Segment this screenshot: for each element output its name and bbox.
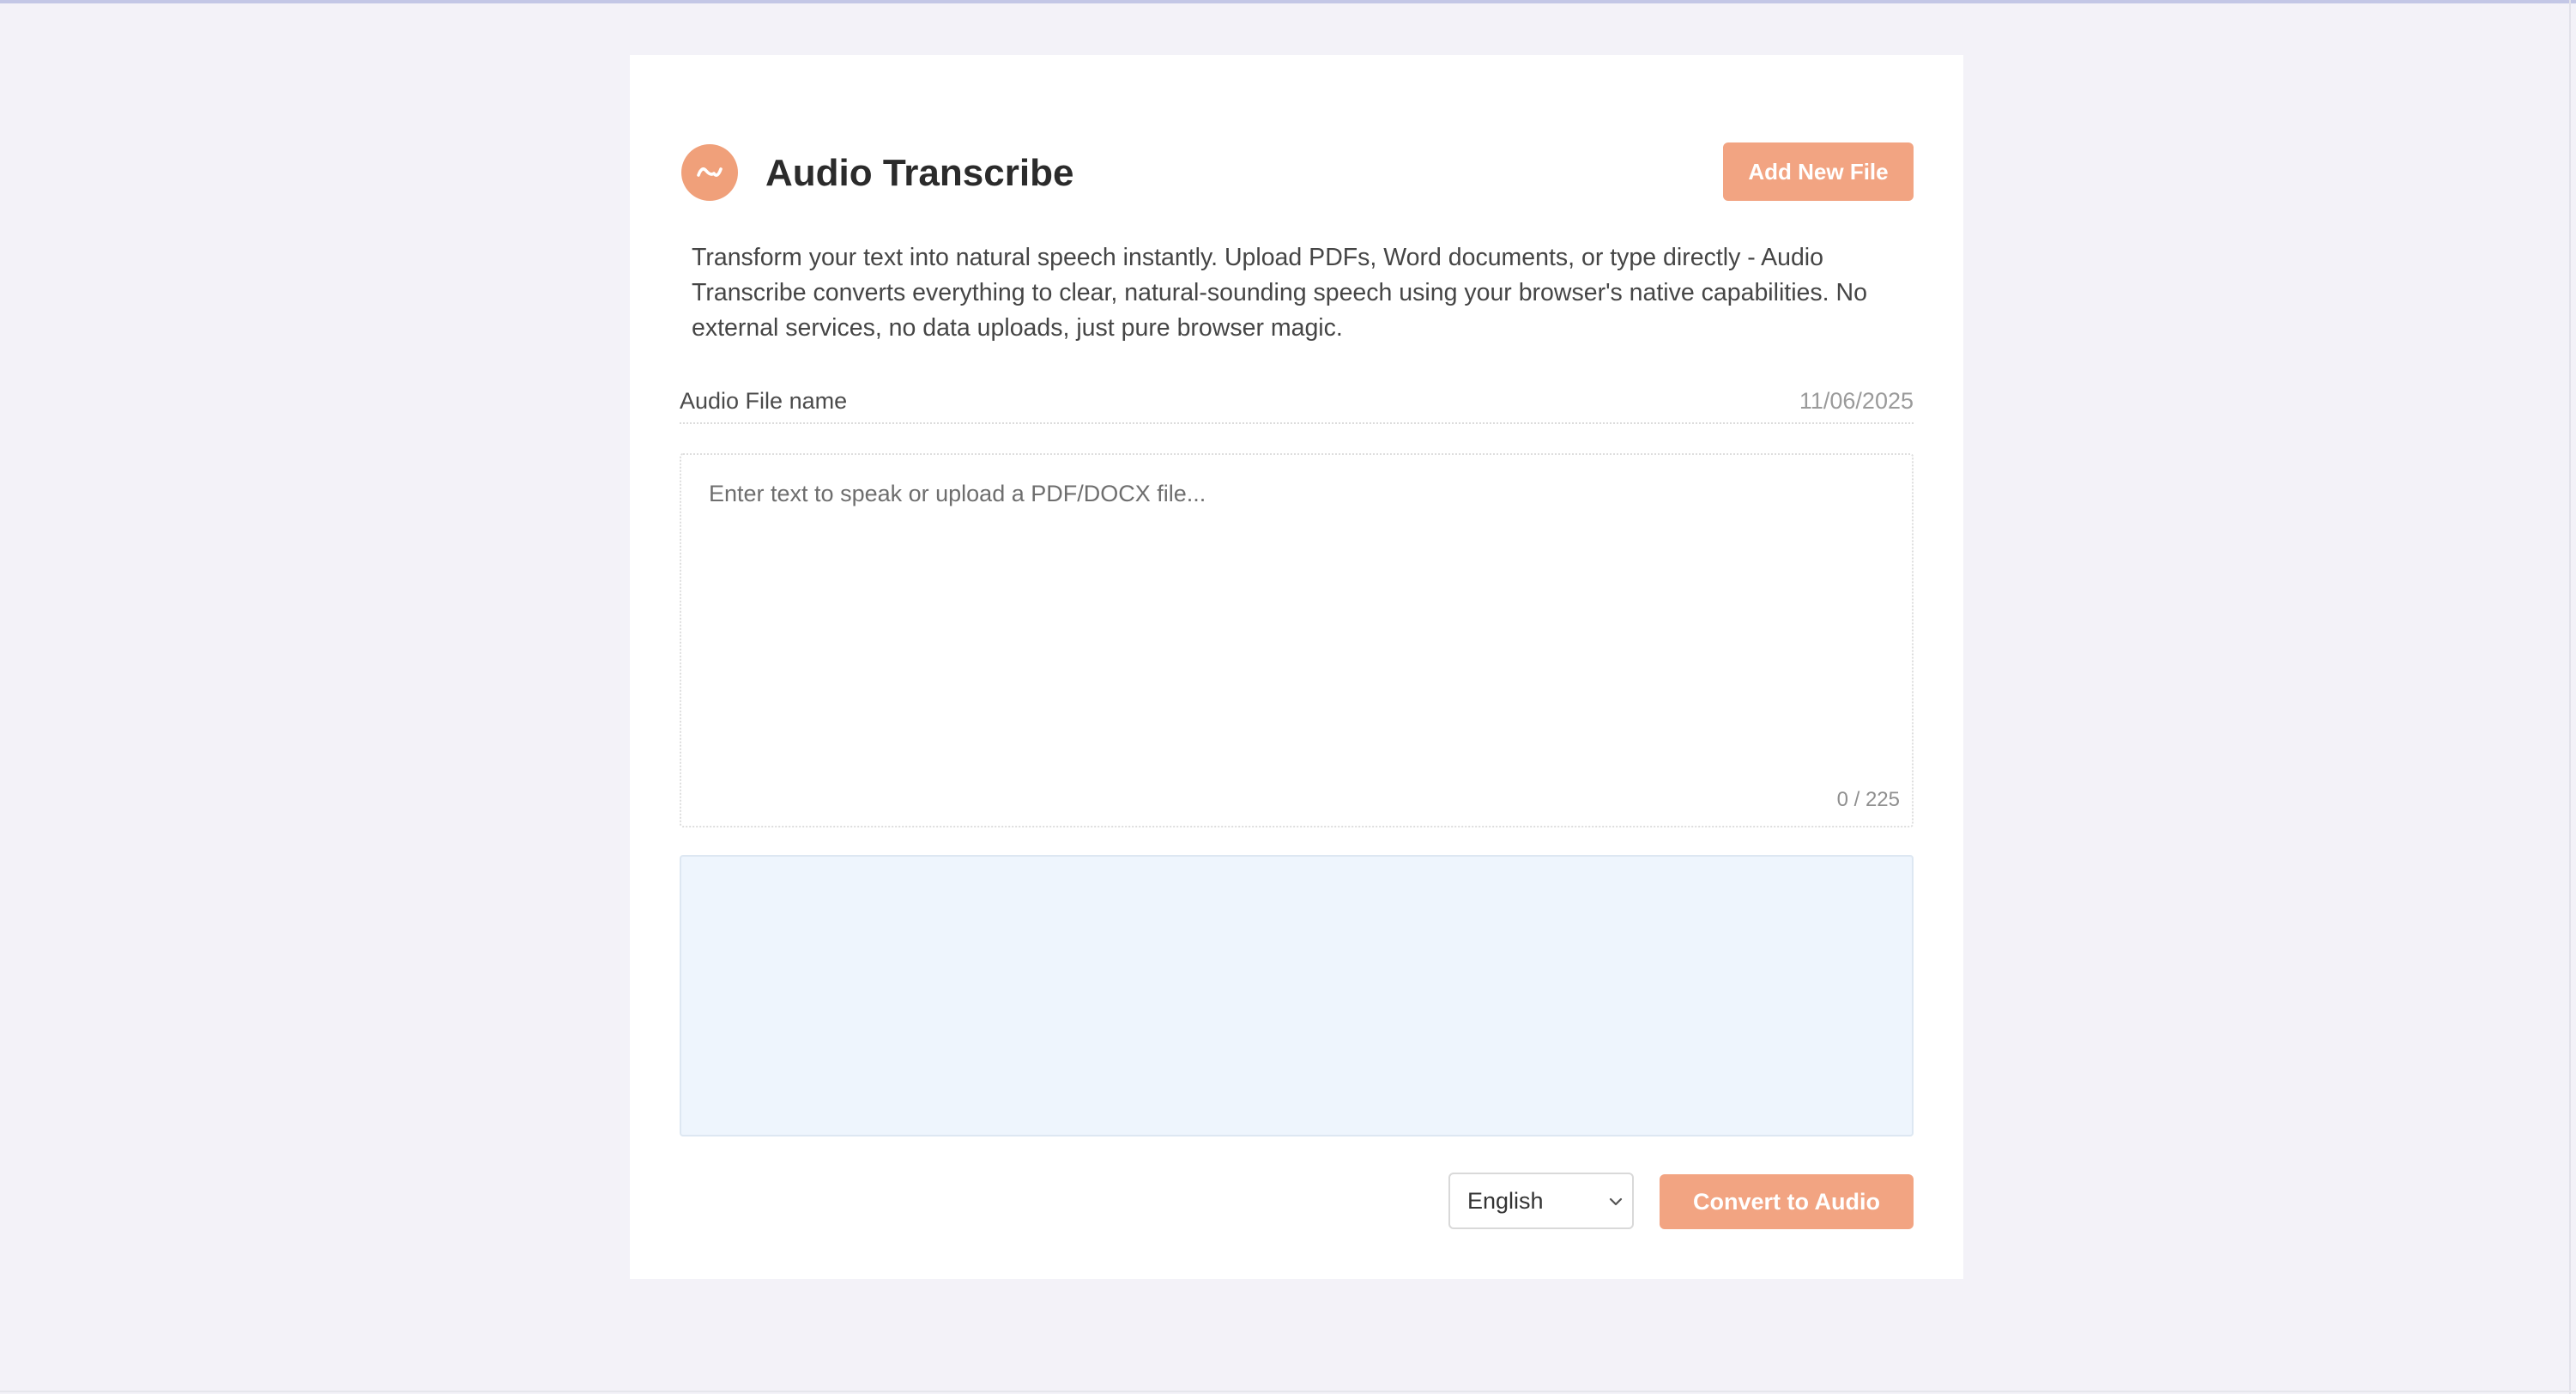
app-description: Transform your text into natural speech … [692, 244, 1867, 342]
top-border [0, 0, 2576, 3]
file-name-label[interactable]: Audio File name [680, 379, 847, 422]
page-title: Audio Transcribe [765, 152, 1074, 194]
language-select-value: English [1467, 1187, 1544, 1214]
text-input-area: 0 / 225 [680, 453, 1914, 827]
convert-to-audio-button[interactable]: Convert to Audio [1660, 1174, 1914, 1229]
file-info-row: Audio File name 11/06/2025 [680, 379, 1914, 424]
file-date: 11/06/2025 [1799, 388, 1914, 414]
window-edge [2569, 0, 2571, 1394]
add-new-file-button[interactable]: Add New File [1723, 142, 1914, 201]
language-select[interactable]: English [1448, 1173, 1634, 1229]
transcribe-card: Audio Transcribe Add New File Transform … [630, 55, 1963, 1279]
character-counter: 0 / 225 [1836, 788, 1900, 811]
waveform-icon [697, 167, 723, 177]
app-logo [681, 144, 738, 201]
text-input[interactable] [681, 455, 1912, 826]
audio-output-panel [680, 855, 1914, 1136]
bottom-border [0, 1391, 2576, 1392]
chevron-down-icon [1609, 1197, 1623, 1206]
